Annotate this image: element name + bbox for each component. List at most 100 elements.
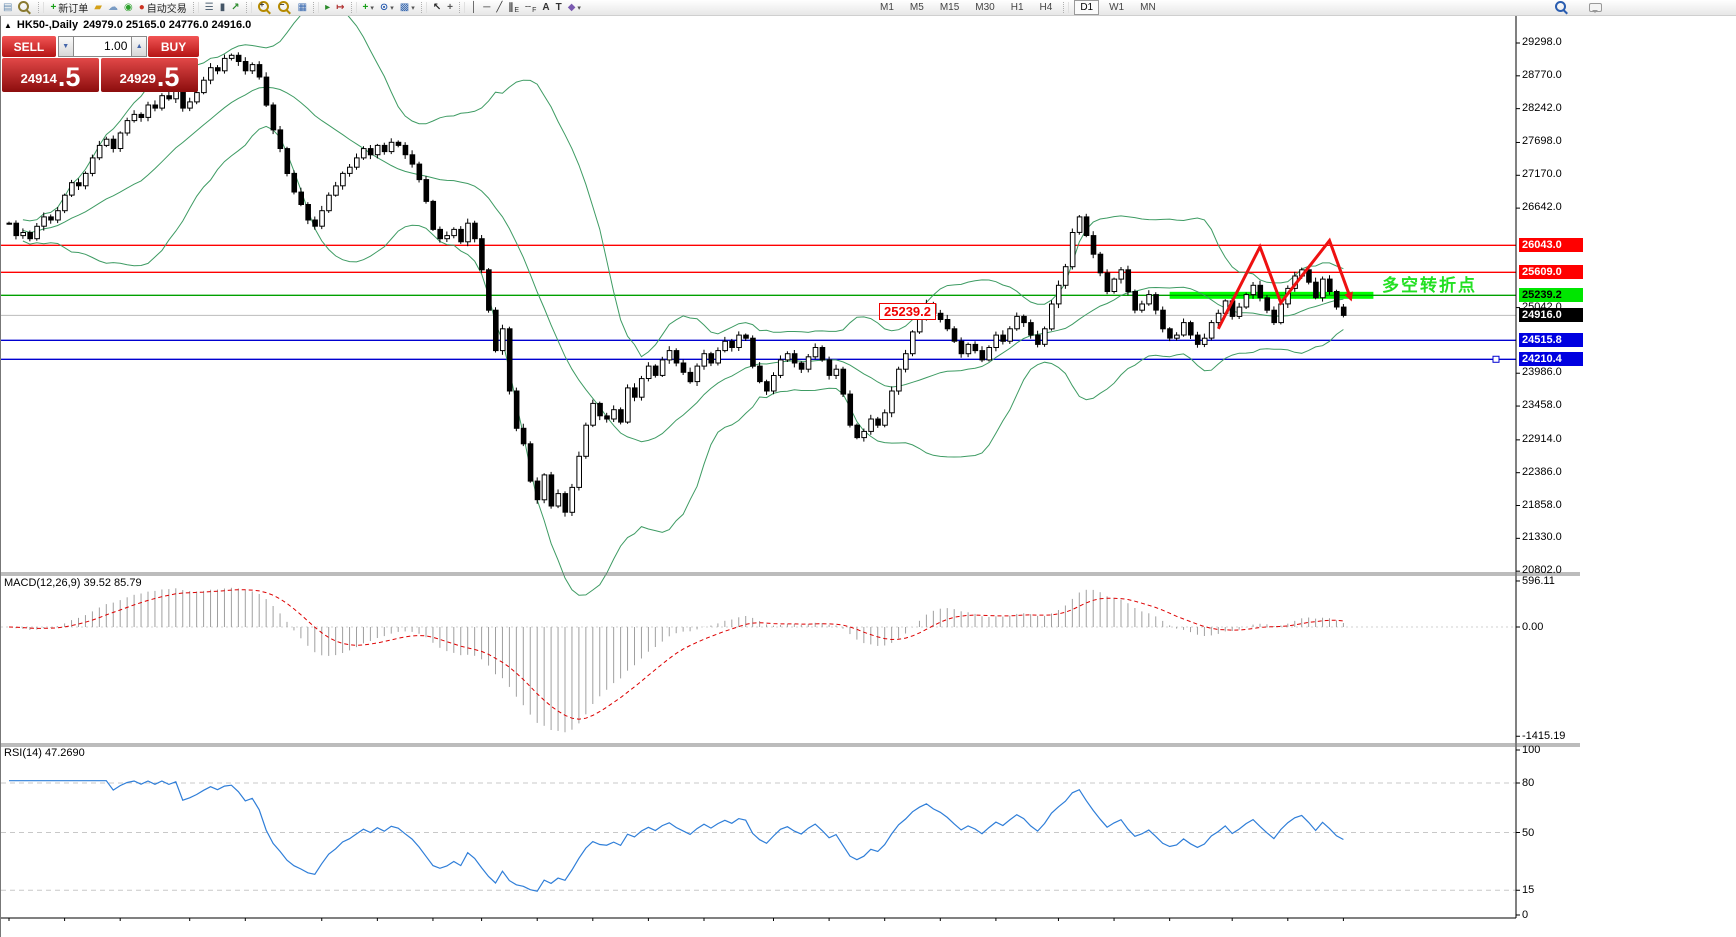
autotrading-icon[interactable]: ● 自动交易 (137, 1, 189, 15)
horizontal-line-icon[interactable]: ─ (481, 1, 492, 14)
vertical-line-icon[interactable]: │ (469, 1, 479, 14)
cloud-icon[interactable]: ☁ (106, 1, 120, 14)
macd-tick-label: 0.00 (1522, 621, 1544, 633)
chart-window-icon[interactable]: ▤ (1, 1, 14, 14)
price-tick-label: 28770.0 (1522, 68, 1562, 81)
timeframe-button-m30[interactable]: M30 (969, 0, 1000, 15)
timeframe-button-m5[interactable]: M5 (904, 0, 930, 15)
templates-icon[interactable]: ▩ ▾ (398, 1, 417, 14)
sell-price-tile[interactable]: 24914 .5 (2, 58, 99, 92)
zoom-out-icon: − (277, 0, 289, 12)
sell-button[interactable]: SELL (2, 36, 56, 57)
chat-icon[interactable] (1587, 1, 1604, 14)
rsi-tick-label: 0 (1522, 909, 1529, 921)
volume-decrease-button[interactable]: ▼ (57, 36, 74, 57)
periods-icon[interactable]: ⊙ ▾ (378, 1, 396, 14)
price-tick-label: 22914.0 (1522, 432, 1562, 445)
new-order-icon[interactable]: + 新订单 (48, 1, 90, 15)
price-tick-label: 23986.0 (1522, 366, 1562, 379)
timeframe-button-m15[interactable]: M15 (934, 0, 965, 15)
rsi-tick-label: 15 (1522, 884, 1535, 897)
price-box-25239-2: 25239.2 (1519, 288, 1583, 303)
one-click-trading-panel: SELL ▼ 1.00 ▲ BUY 24914 .5 24929 .5 (2, 36, 199, 92)
signal-icon[interactable]: ◉ (122, 1, 135, 14)
volume-increase-button[interactable]: ▲ (131, 36, 148, 57)
periods-icon-glyph: ⊙ (379, 2, 389, 13)
cloud-icon-glyph: ☁ (108, 2, 118, 13)
line-chart-icon[interactable]: ↗ (229, 1, 241, 14)
candlestick-chart-icon[interactable]: ▮ (218, 1, 228, 14)
macd-histogram (15, 587, 1344, 733)
fibonacci-icon[interactable]: ┄ F (523, 1, 538, 14)
timeframe-button-d1[interactable]: D1 (1074, 0, 1100, 15)
arrows-icon[interactable]: ◆ ▾ (566, 1, 583, 14)
timeframe-button-m1[interactable]: M1 (874, 0, 900, 15)
candlestick-chart-icon-glyph: ▮ (219, 2, 226, 13)
cursor-icon-glyph: ↖ (432, 2, 442, 13)
toolbar-separator (1063, 2, 1070, 13)
rsi-line (9, 780, 1344, 892)
timeframe-button-mn[interactable]: MN (1134, 0, 1162, 15)
buy-price-tile[interactable]: 24929 .5 (101, 58, 198, 92)
bar-chart-icon[interactable]: ☰ (203, 1, 216, 14)
one-click-collapse-icon[interactable]: ▲ (4, 21, 12, 30)
chat-icon (1589, 3, 1602, 13)
horizontal-line-icon-glyph: ─ (483, 2, 491, 13)
data-window-icon[interactable] (16, 1, 34, 14)
templates-icon-dropdown[interactable]: ▾ (411, 4, 415, 12)
text-label-icon[interactable]: T (554, 1, 564, 14)
trendline-icon[interactable]: ╱ (494, 1, 504, 14)
price-box-26043-0: 26043.0 (1519, 238, 1583, 253)
crosshair-icon[interactable]: + (445, 1, 455, 14)
text-icon[interactable]: A (540, 1, 551, 14)
turning-point-note[interactable]: 多空转折点 (1382, 271, 1477, 296)
equidistant-channel-icon[interactable]: ∥ E (506, 1, 521, 14)
auto-scroll-icon-glyph: ▸ (325, 2, 331, 13)
arrows-icon-dropdown[interactable]: ▾ (577, 4, 581, 12)
timeframe-button-w1[interactable]: W1 (1103, 0, 1130, 15)
toolbar-separator (38, 2, 45, 13)
toolbar: ▤ + 新订单 ▰ ☁ ◉ ● 自动交易 ☰ ▮ ↗ + − ▦ ▸ ↦ + ▾ ⊙ ▾ ▩ ▾ ↖ + │ ─ ╱ ∥ E ┄ F A T ◆ ▾… (0, 0, 1736, 16)
buy-price-fraction: .5 (156, 62, 180, 92)
macd-label: MACD(12,26,9) 39.52 85.79 (4, 577, 142, 589)
price-box-25609-0: 25609.0 (1519, 265, 1583, 280)
volume-input[interactable]: 1.00 (73, 36, 132, 57)
line-drag-handle[interactable] (1492, 355, 1500, 363)
zoom-in-icon: + (257, 0, 269, 12)
zoom-out-icon[interactable]: − (276, 0, 294, 14)
timeframe-button-h1[interactable]: H1 (1005, 0, 1030, 15)
price-tick-label: 26642.0 (1522, 201, 1562, 214)
templates-icon-glyph: ▩ (399, 2, 410, 13)
chart-window[interactable]: ▲ HK50-,Daily 24979.0 25165.0 24776.0 24… (0, 16, 1736, 937)
chart-shift-icon[interactable]: ↦ (334, 1, 346, 14)
toolbar-right (1552, 0, 1605, 15)
terminal-window: ▤ + 新订单 ▰ ☁ ◉ ● 自动交易 ☰ ▮ ↗ + − ▦ ▸ ↦ + ▾ ⊙ ▾ ▩ ▾ ↖ + │ ─ ╱ ∥ E ┄ F A T ◆ ▾… (0, 0, 1736, 937)
tile-windows-icon[interactable]: ▦ (296, 1, 309, 14)
buy-button[interactable]: BUY (148, 36, 199, 57)
price-box-24210-4: 24210.4 (1519, 352, 1583, 367)
price-tick-label: 29298.0 (1522, 36, 1562, 48)
sell-price: 24914 (20, 71, 57, 86)
chart-shift-icon-glyph: ↦ (336, 2, 345, 13)
price-level-text-object[interactable]: 25239.2 (879, 303, 936, 320)
rsi-tick-label: 100 (1522, 744, 1541, 756)
chart-window-icon-glyph: ▤ (3, 2, 13, 13)
search-icon[interactable] (1553, 1, 1571, 14)
timeframe-button-h4[interactable]: H4 (1034, 0, 1059, 15)
price-tick-label: 21330.0 (1522, 531, 1562, 544)
chart-canvas[interactable] (1, 16, 1736, 937)
autotrading-icon-glyph: ● (138, 2, 145, 13)
price-tick-label: 27170.0 (1522, 168, 1562, 181)
vertical-line-icon-glyph: │ (471, 2, 478, 13)
indicators-icon[interactable]: + ▾ (361, 1, 376, 14)
indicators-icon-dropdown[interactable]: ▾ (370, 4, 374, 12)
zoom-in-icon[interactable]: + (256, 0, 274, 14)
toolbar-separator (459, 2, 465, 13)
price-tick-label: 22386.0 (1522, 465, 1562, 478)
timeframe-toolbar: M1 M5 M15 M30 H1 H4 D1 W1 MN (872, 0, 1164, 15)
periods-icon-dropdown[interactable]: ▾ (390, 4, 394, 12)
cursor-icon[interactable]: ↖ (431, 1, 443, 14)
auto-scroll-icon[interactable]: ▸ (323, 1, 332, 14)
deposit-gold-icon[interactable]: ▰ (92, 1, 104, 14)
search-icon (1555, 1, 1566, 12)
